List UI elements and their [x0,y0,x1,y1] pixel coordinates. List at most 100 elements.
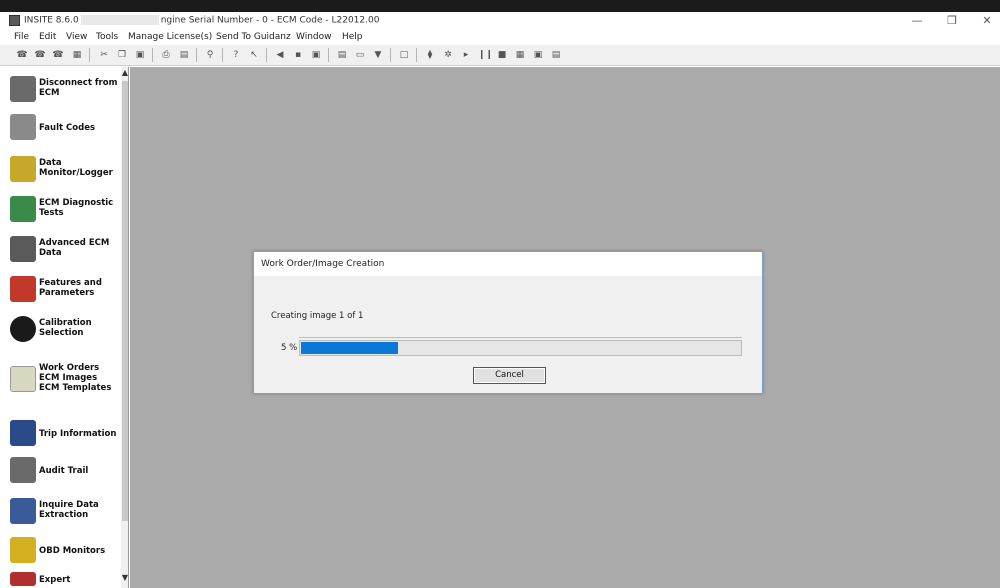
menu-send-to-guidanz[interactable]: Send To Guidanz [216,32,291,42]
sidebar-item-fault-codes[interactable]: Fault Codes [10,114,118,148]
calibration-icon [10,316,36,342]
sidebar-item-audit-trail[interactable]: Audit Trail [10,457,118,491]
sidebar-item-label: Work Orders ECM Images ECM Templates [39,363,112,393]
filter-icon[interactable]: ▼ [372,49,384,61]
export-icon[interactable]: ▤ [550,49,562,61]
sidebar-item-label: Fault Codes [39,123,96,133]
minimize-button[interactable]: — [902,14,932,28]
cut-icon[interactable]: ✂ [98,49,110,61]
help-icon[interactable]: ? [230,49,242,61]
obd-monitors-icon [10,537,36,563]
sidebar-item-obd-monitors[interactable]: OBD Monitors [10,537,118,571]
sidebar: Disconnect from ECM Fault Codes Data Mon… [8,67,129,588]
cancel-button[interactable]: Cancel [473,367,546,384]
window-title-right: ngine Serial Number - 0 - ECM Code - L22… [160,15,380,26]
menu-file[interactable]: File [14,32,29,42]
sidebar-item-calibration[interactable]: Calibration Selection [10,314,118,348]
menu-tools[interactable]: Tools [96,32,118,42]
report-icon[interactable]: ▤ [336,49,348,61]
paste-icon[interactable]: ▣ [134,49,146,61]
work-orders-icon [10,366,36,392]
sidebar-item-expert[interactable]: Expert [10,570,118,588]
sidebar-item-label: Inquire Data Extraction [39,500,99,520]
folder-icon[interactable]: ▭ [354,49,366,61]
sidebar-item-trip-info[interactable]: Trip Information [10,420,118,454]
connect-3-icon[interactable]: ☎ [52,49,64,61]
sidebar-item-features[interactable]: Features and Parameters [10,274,118,308]
fault-codes-icon [10,114,36,140]
data-monitor-icon [10,156,36,182]
sidebar-item-work-orders[interactable]: Work Orders ECM Images ECM Templates [10,360,118,400]
toolbar-separator [222,48,223,62]
find-icon[interactable]: ⚲ [204,49,216,61]
scroll-down-icon[interactable]: ▼ [121,572,128,584]
dialog-title: Work Order/Image Creation [261,259,385,269]
menu-window[interactable]: Window [296,32,332,42]
chart-icon[interactable]: ▦ [514,49,526,61]
connect-2-icon[interactable]: ☎ [34,49,46,61]
sidebar-item-label: ECM Diagnostic Tests [39,198,114,218]
calculator-icon[interactable]: ▦ [71,49,83,61]
back-icon[interactable]: ◀ [274,49,286,61]
advanced-data-icon [10,236,36,262]
sidebar-item-diagnostic-tests[interactable]: ECM Diagnostic Tests [10,194,118,228]
connect-icon[interactable]: ☎ [16,49,28,61]
toolbar-separator [89,48,90,62]
sidebar-item-data-monitor[interactable]: Data Monitor/Logger [10,154,118,188]
diagnostic-tests-icon [10,196,36,222]
menu-manage-licenses[interactable]: Manage License(s) [128,32,212,42]
title-bar: INSITE 8.6.0 ngine Serial Number - 0 - EC… [0,12,1000,30]
toolbar: ☎ ☎ ☎ ▦ ✂ ❐ ▣ ⎙ ▤ ⚲ ? ↖ ◀ ▪ ▣ ▤ ▭ ▼ □ ⧫ … [0,45,1000,66]
transfer-icon[interactable]: ▪ [292,49,304,61]
sidebar-item-label: Expert [39,575,71,585]
inquire-data-icon [10,498,36,524]
dialog-title-bar: Work Order/Image Creation [254,252,762,276]
sidebar-item-label: Audit Trail [39,466,89,476]
progress-bar [299,340,742,356]
sidebar-item-inquire-data[interactable]: Inquire Data Extraction [10,496,118,530]
menu-help[interactable]: Help [342,32,363,42]
sidebar-item-advanced-ecm-data[interactable]: Advanced ECM Data [10,234,118,268]
copy-icon[interactable]: ❐ [116,49,128,61]
close-button[interactable]: ✕ [972,14,1000,28]
sidebar-item-disconnect[interactable]: Disconnect from ECM [10,74,118,108]
redacted-text [80,15,159,25]
dialog-message: Creating image 1 of 1 [271,311,364,321]
play-icon[interactable]: ▸ [460,49,472,61]
stop-icon[interactable]: ■ [496,49,508,61]
save-icon[interactable]: ▣ [532,49,544,61]
progress-percent-label: 5 % [281,343,298,353]
restore-button[interactable]: ❐ [937,14,967,28]
toolbar-separator [266,48,267,62]
window-title: INSITE 8.6.0 ngine Serial Number - 0 - EC… [24,15,379,26]
context-help-icon[interactable]: ↖ [248,49,260,61]
toolbar-separator [328,48,329,62]
scroll-thumb[interactable] [122,81,128,521]
sidebar-item-label: OBD Monitors [39,546,106,556]
print-preview-icon[interactable]: ▤ [178,49,190,61]
page-icon[interactable]: □ [398,49,410,61]
screen-top-edge [0,0,1000,12]
progress-fill [301,342,398,354]
menu-view[interactable]: View [66,32,87,42]
disconnect-icon [10,76,36,102]
sidebar-scrollbar[interactable]: ▲ ▼ [121,67,128,588]
toolbar-separator [390,48,391,62]
app-icon [9,15,20,26]
dialog-divider [299,337,742,338]
trip-info-icon [10,420,36,446]
pause-icon[interactable]: ❙❙ [478,49,493,61]
sidebar-item-label: Disconnect from ECM [39,78,118,98]
record-icon[interactable]: ⧫ [424,49,436,61]
expert-icon [10,572,36,586]
gear-icon[interactable]: ✲ [442,49,454,61]
sidebar-item-label: Advanced ECM Data [39,238,110,258]
work-order-dialog: Work Order/Image Creation Creating image… [253,251,763,394]
window-title-left: INSITE 8.6.0 [24,15,79,26]
scroll-up-icon[interactable]: ▲ [121,67,128,79]
menu-edit[interactable]: Edit [39,32,56,42]
ecm-icon[interactable]: ▣ [310,49,322,61]
menu-bar: File Edit View Tools Manage License(s) S… [0,30,1000,45]
toolbar-separator [196,48,197,62]
print-icon[interactable]: ⎙ [160,49,172,61]
